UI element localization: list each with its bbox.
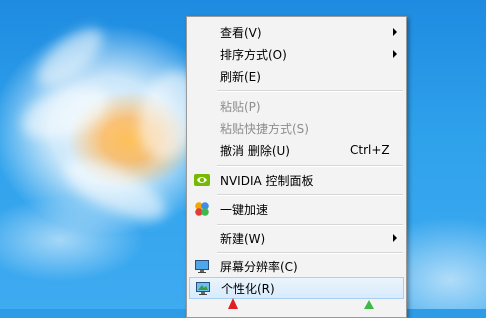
wallpaper-petal <box>15 75 115 150</box>
menu-item-label: 新建(W) <box>220 231 266 246</box>
menu-item-paste-shortcut[interactable]: 粘贴快捷方式(S) <box>189 117 404 139</box>
desktop-context-menu: 查看(V) 排序方式(O) 刷新(E) 粘贴(P) 粘贴快捷方式(S) 撤消 删… <box>186 16 407 318</box>
wallpaper-petal <box>56 148 174 232</box>
menu-item-new[interactable]: 新建(W) <box>189 227 404 249</box>
menu-item-label: NVIDIA 控制面板 <box>220 173 314 188</box>
menu-item-nvidia-control-panel[interactable]: NVIDIA 控制面板 <box>189 169 404 191</box>
menu-item-refresh[interactable]: 刷新(E) <box>189 65 404 87</box>
menu-item-label: 个性化(R) <box>221 281 275 296</box>
menu-item-label: 屏幕分辨率(C) <box>220 259 298 274</box>
green-arrow-annotation <box>364 300 374 309</box>
menu-item-label: 撤消 删除(U) <box>220 143 290 158</box>
submenu-arrow-icon <box>393 28 397 36</box>
submenu-arrow-icon <box>393 234 397 242</box>
menu-item-label: 排序方式(O) <box>220 47 287 62</box>
menu-separator <box>217 194 403 196</box>
menu-item-view[interactable]: 查看(V) <box>189 21 404 43</box>
menu-item-label: 一键加速 <box>220 202 269 217</box>
menu-item-screen-resolution[interactable]: 屏幕分辨率(C) <box>189 255 404 277</box>
menu-item-sort-by[interactable]: 排序方式(O) <box>189 43 404 65</box>
submenu-arrow-icon <box>393 50 397 58</box>
menu-separator <box>217 165 403 167</box>
menu-item-shortcut: Ctrl+Z <box>350 143 390 157</box>
menu-item-personalize[interactable]: 个性化(R) <box>189 277 404 299</box>
menu-separator <box>217 252 403 254</box>
speedup-icon <box>194 201 210 217</box>
menu-separator <box>217 224 403 226</box>
nvidia-icon <box>194 172 210 188</box>
personalize-icon <box>195 280 211 296</box>
wallpaper-petal <box>28 18 112 97</box>
menu-item-undo-delete[interactable]: 撤消 删除(U) Ctrl+Z <box>189 139 404 161</box>
menu-item-paste[interactable]: 粘贴(P) <box>189 95 404 117</box>
red-arrow-annotation <box>228 298 238 309</box>
menu-item-label: 粘贴(P) <box>220 99 261 114</box>
menu-separator <box>217 90 403 92</box>
menu-item-label: 刷新(E) <box>220 69 261 84</box>
menu-item-one-click-speedup[interactable]: 一键加速 <box>189 198 404 220</box>
menu-item-label: 查看(V) <box>220 25 262 40</box>
screen-resolution-icon <box>194 258 210 274</box>
menu-item-label: 粘贴快捷方式(S) <box>220 121 309 136</box>
